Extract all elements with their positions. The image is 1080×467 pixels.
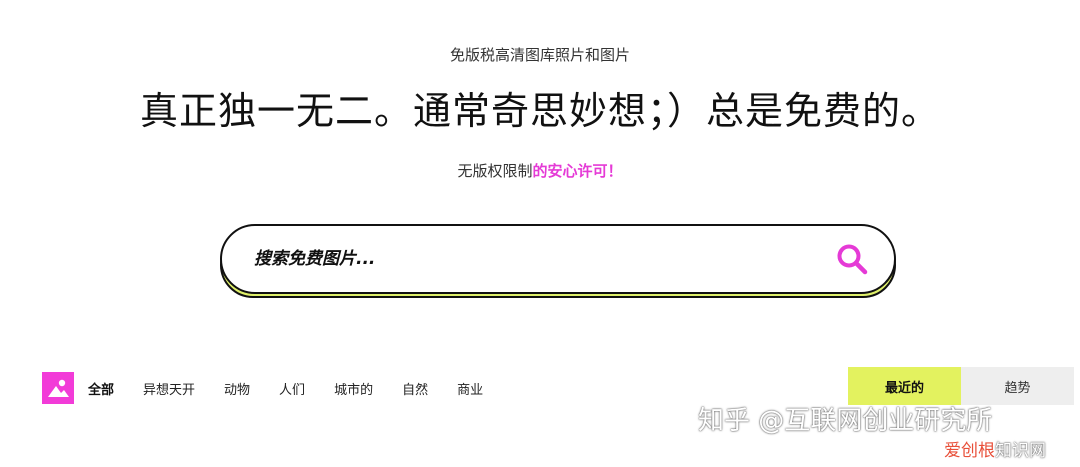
search-input[interactable] (254, 249, 834, 269)
nav-item-all[interactable]: 全部 (88, 379, 114, 398)
page: 免版税高清图库照片和图片 真正独一无二。通常奇思妙想；）总是免费的。 无版权限制… (0, 0, 1080, 467)
search-icon[interactable] (834, 241, 870, 277)
nav-item-business[interactable]: 商业 (457, 379, 483, 398)
hero-headline: 真正独一无二。通常奇思妙想；）总是免费的。 (139, 89, 940, 133)
category-nav: 全部 异想天开 动物 人们 城市的 自然 商业 (42, 368, 512, 408)
nav-item-nature[interactable]: 自然 (402, 379, 428, 398)
image-logo-icon[interactable] (42, 372, 74, 404)
license-accent: 的安心许可！ (532, 162, 623, 180)
nav-item-animals[interactable]: 动物 (224, 379, 250, 398)
nav-item-people[interactable]: 人们 (279, 379, 305, 398)
watermark-sub-rest: 知识网 (995, 441, 1046, 461)
hero-subtitle: 免版税高清图库照片和图片 (449, 46, 630, 64)
search-box (220, 224, 896, 294)
license-prefix: 无版权限制 (457, 162, 533, 180)
watermark-sub: 爱创根知识网 (944, 436, 1046, 461)
license-note: 无版权限制的安心许可！ (0, 160, 1080, 181)
watermark-sub-accent: 爱创根 (944, 441, 995, 461)
watermark-main: 知乎 @互联网创业研究所 (698, 406, 993, 436)
nav-item-urban[interactable]: 城市的 (334, 379, 373, 398)
nav-item-whimsical[interactable]: 异想天开 (143, 379, 195, 398)
